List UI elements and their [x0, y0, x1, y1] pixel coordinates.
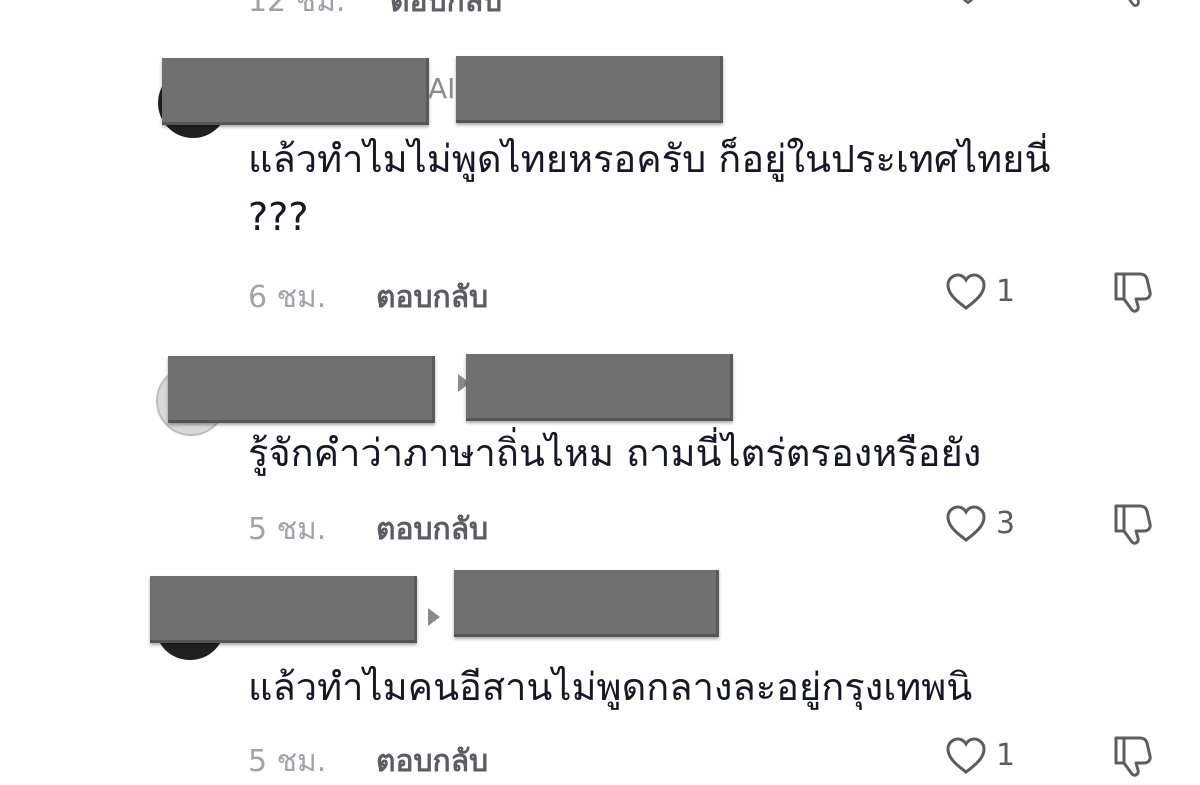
redacted-reply-target	[466, 354, 733, 421]
thumbs-down-icon[interactable]	[1110, 268, 1156, 314]
comment-time: 5 ชม.	[248, 744, 327, 779]
comment-item: รู้จักคำว่าภาษาถิ่นไหม ถามนี่ไตร่ตรองหรื…	[0, 350, 1200, 560]
comment-time: 5 ชม.	[248, 512, 327, 547]
like-count: 3	[996, 506, 1016, 541]
reply-arrow-icon	[428, 608, 440, 626]
comment-item: AI แล้วทำไมไม่พูดไทยหรอครับ ก็อยู่ในประเ…	[0, 50, 1200, 320]
heart-icon[interactable]	[944, 736, 988, 776]
thumbs-down-icon[interactable]	[1110, 732, 1156, 778]
redacted-reply-target	[454, 570, 719, 637]
username-fragment: AI	[428, 72, 456, 105]
comment-item: แล้วทำไมคนอีสานไม่พูดกลางละอยู่กรุงเทพนิ…	[0, 570, 1200, 779]
heart-icon[interactable]	[948, 0, 988, 8]
thumbs-down-icon[interactable]	[1110, 500, 1156, 546]
reply-button[interactable]: ตอบกลับ	[376, 506, 488, 553]
redacted-reply-target	[456, 56, 723, 123]
thumbs-down-icon[interactable]	[1112, 0, 1156, 8]
redacted-username	[162, 58, 429, 125]
like-count: 1	[996, 738, 1016, 773]
comment-text: แล้วทำไมคนอีสานไม่พูดกลางละอยู่กรุงเทพนิ	[248, 665, 973, 709]
previous-comment-meta: 12 ชม. ตอบกลับ	[0, 0, 1200, 19]
comment-time: 6 ชม.	[248, 280, 327, 315]
reply-button[interactable]: ตอบกลับ	[390, 0, 502, 25]
redacted-username	[168, 356, 435, 423]
reply-button[interactable]: ตอบกลับ	[376, 738, 488, 785]
comment-text: แล้วทำไมไม่พูดไทยหรอครับ ก็อยู่ในประเทศไ…	[248, 137, 1063, 239]
like-count: 1	[996, 274, 1016, 309]
reply-button[interactable]: ตอบกลับ	[376, 274, 488, 321]
comment-text: รู้จักคำว่าภาษาถิ่นไหม ถามนี่ไตร่ตรองหรื…	[248, 431, 982, 475]
comment-time: 12 ชม.	[248, 0, 346, 19]
redacted-username	[150, 576, 417, 643]
heart-icon[interactable]	[944, 504, 988, 544]
heart-icon[interactable]	[944, 272, 988, 312]
